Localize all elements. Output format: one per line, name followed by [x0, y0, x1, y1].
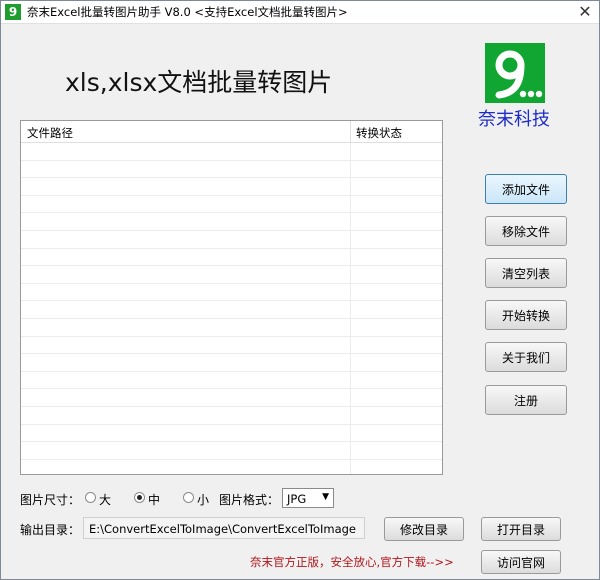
- open-dir-button[interactable]: 打开目录: [481, 517, 561, 541]
- column-divider: [350, 424, 351, 442]
- table-row[interactable]: [21, 160, 442, 179]
- brand-logo-icon: [485, 43, 545, 103]
- table-row[interactable]: [21, 301, 442, 319]
- clear-list-button[interactable]: 清空列表: [485, 258, 567, 288]
- image-format-value: JPG: [287, 492, 307, 506]
- table-row[interactable]: [21, 143, 442, 161]
- size-large-radio[interactable]: [85, 492, 96, 503]
- table-row[interactable]: [21, 389, 442, 407]
- window-title: 奈末Excel批量转图片助手 V8.0 <支持Excel文档批量转图片>: [27, 5, 348, 19]
- column-divider: [350, 248, 351, 266]
- column-divider: [350, 459, 351, 474]
- column-divider: [350, 266, 351, 283]
- add-file-button[interactable]: 添加文件: [485, 174, 567, 204]
- column-divider: [350, 354, 351, 371]
- modify-dir-button[interactable]: 修改目录: [384, 517, 464, 541]
- table-row[interactable]: [21, 442, 442, 460]
- file-list[interactable]: 文件路径 转换状态: [20, 120, 443, 475]
- table-row[interactable]: [21, 459, 442, 474]
- column-divider: [350, 283, 351, 301]
- column-divider: [350, 230, 351, 248]
- column-divider: [350, 371, 351, 389]
- chevron-down-icon: ▼: [322, 492, 329, 502]
- file-list-header: 文件路径 转换状态: [21, 121, 442, 143]
- promo-link-text: 奈末官方正版，安全放心,官方下载-->>: [250, 555, 454, 569]
- column-divider: [350, 195, 351, 213]
- app-logo-icon: 9: [5, 4, 21, 20]
- column-divider: [350, 336, 351, 354]
- column-divider: [350, 143, 351, 160]
- column-divider: [350, 178, 351, 195]
- column-divider: [350, 389, 351, 406]
- column-divider: [350, 213, 351, 230]
- output-dir-field[interactable]: E:\ConvertExcelToImage\ConvertExcelToIma…: [83, 517, 365, 539]
- column-divider: [350, 160, 351, 178]
- size-medium-radio[interactable]: [134, 492, 145, 503]
- size-medium-label[interactable]: 中: [148, 491, 160, 508]
- register-button[interactable]: 注册: [485, 385, 567, 415]
- table-row[interactable]: [21, 178, 442, 196]
- table-row[interactable]: [21, 195, 442, 214]
- table-row[interactable]: [21, 248, 442, 267]
- table-row[interactable]: [21, 424, 442, 443]
- output-dir-label: 输出目录：: [20, 523, 81, 537]
- size-small-radio[interactable]: [183, 492, 194, 503]
- column-divider: [350, 301, 351, 318]
- table-row[interactable]: [21, 283, 442, 302]
- table-row[interactable]: [21, 371, 442, 390]
- column-divider[interactable]: [350, 121, 351, 142]
- image-format-select[interactable]: JPG ▼: [282, 488, 334, 508]
- table-row[interactable]: [21, 406, 442, 425]
- column-header-file-path[interactable]: 文件路径: [27, 125, 73, 141]
- table-row[interactable]: [21, 213, 442, 231]
- table-row[interactable]: [21, 230, 442, 249]
- about-us-button[interactable]: 关于我们: [485, 342, 567, 372]
- file-list-rows: [21, 143, 442, 474]
- table-row[interactable]: [21, 318, 442, 337]
- table-row[interactable]: [21, 266, 442, 284]
- size-large-label[interactable]: 大: [99, 491, 111, 508]
- app-window: 9 奈末Excel批量转图片助手 V8.0 <支持Excel文档批量转图片> ✕…: [0, 0, 600, 580]
- remove-file-button[interactable]: 移除文件: [485, 216, 567, 246]
- size-small-label[interactable]: 小: [197, 491, 209, 508]
- image-size-label: 图片尺寸：: [20, 493, 81, 507]
- page-title: xls,xlsx文档批量转图片: [65, 68, 333, 97]
- column-divider: [350, 318, 351, 336]
- title-bar[interactable]: 9 奈末Excel批量转图片助手 V8.0 <支持Excel文档批量转图片> ✕: [1, 1, 599, 24]
- start-convert-button[interactable]: 开始转换: [485, 300, 567, 330]
- column-divider: [350, 406, 351, 424]
- visit-website-button[interactable]: 访问官网: [481, 550, 561, 574]
- table-row[interactable]: [21, 354, 442, 372]
- column-header-status[interactable]: 转换状态: [356, 125, 402, 141]
- column-divider: [350, 442, 351, 459]
- brand-name: 奈末科技: [478, 109, 550, 130]
- image-format-label: 图片格式：: [219, 493, 280, 507]
- table-row[interactable]: [21, 336, 442, 355]
- close-icon[interactable]: ✕: [575, 2, 595, 22]
